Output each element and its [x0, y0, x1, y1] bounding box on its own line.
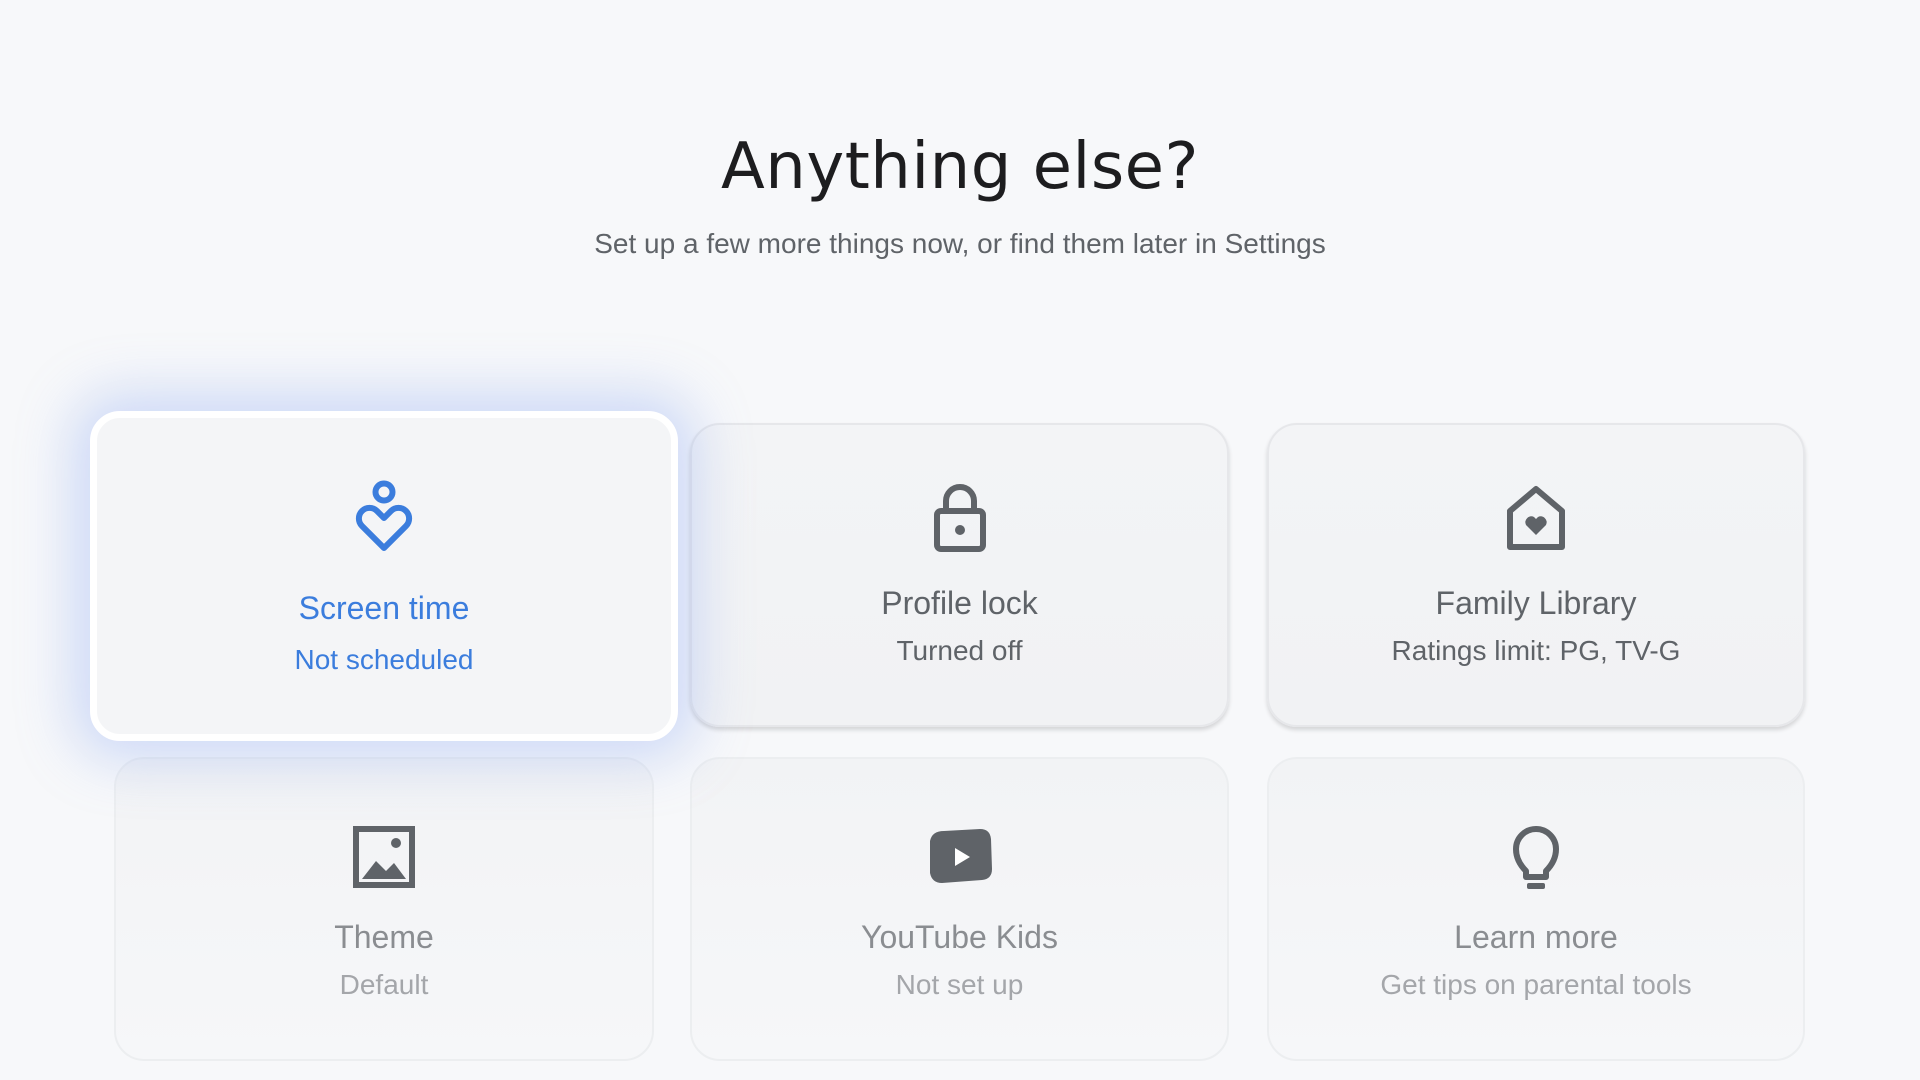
card-learn-more[interactable]: Learn more Get tips on parental tools: [1267, 757, 1805, 1061]
card-status: Get tips on parental tools: [1380, 969, 1692, 1000]
card-status: Not scheduled: [294, 644, 474, 675]
card-status: Not set up: [895, 969, 1024, 1000]
page-subtitle: Set up a few more things now, or find th…: [594, 228, 1326, 259]
lock-icon: [933, 484, 986, 552]
card-label: Screen time: [298, 590, 470, 626]
card-theme[interactable]: Theme Default: [114, 757, 654, 1061]
page-title: Anything else?: [720, 130, 1200, 204]
card-label: Theme: [334, 919, 434, 955]
card-label: YouTube Kids: [861, 919, 1058, 955]
card-screen-time[interactable]: Screen time Not scheduled: [90, 411, 678, 741]
card-label: Profile lock: [881, 585, 1038, 621]
card-label: Family Library: [1435, 585, 1637, 621]
home-heart-icon: [1507, 486, 1565, 550]
card-status: Ratings limit: PG, TV-G: [1391, 635, 1681, 666]
card-label: Learn more: [1454, 919, 1618, 955]
card-profile-lock[interactable]: Profile lock Turned off: [690, 423, 1229, 727]
card-youtube-kids[interactable]: YouTube Kids Not set up: [690, 757, 1229, 1061]
screen-time-icon: [355, 480, 413, 551]
youtube-icon: [929, 829, 992, 883]
lightbulb-icon: [1513, 826, 1559, 889]
card-status: Turned off: [896, 635, 1023, 666]
card-status: Default: [339, 969, 429, 1000]
image-icon: [353, 826, 415, 888]
card-family-library[interactable]: Family Library Ratings limit: PG, TV-G: [1267, 423, 1805, 727]
